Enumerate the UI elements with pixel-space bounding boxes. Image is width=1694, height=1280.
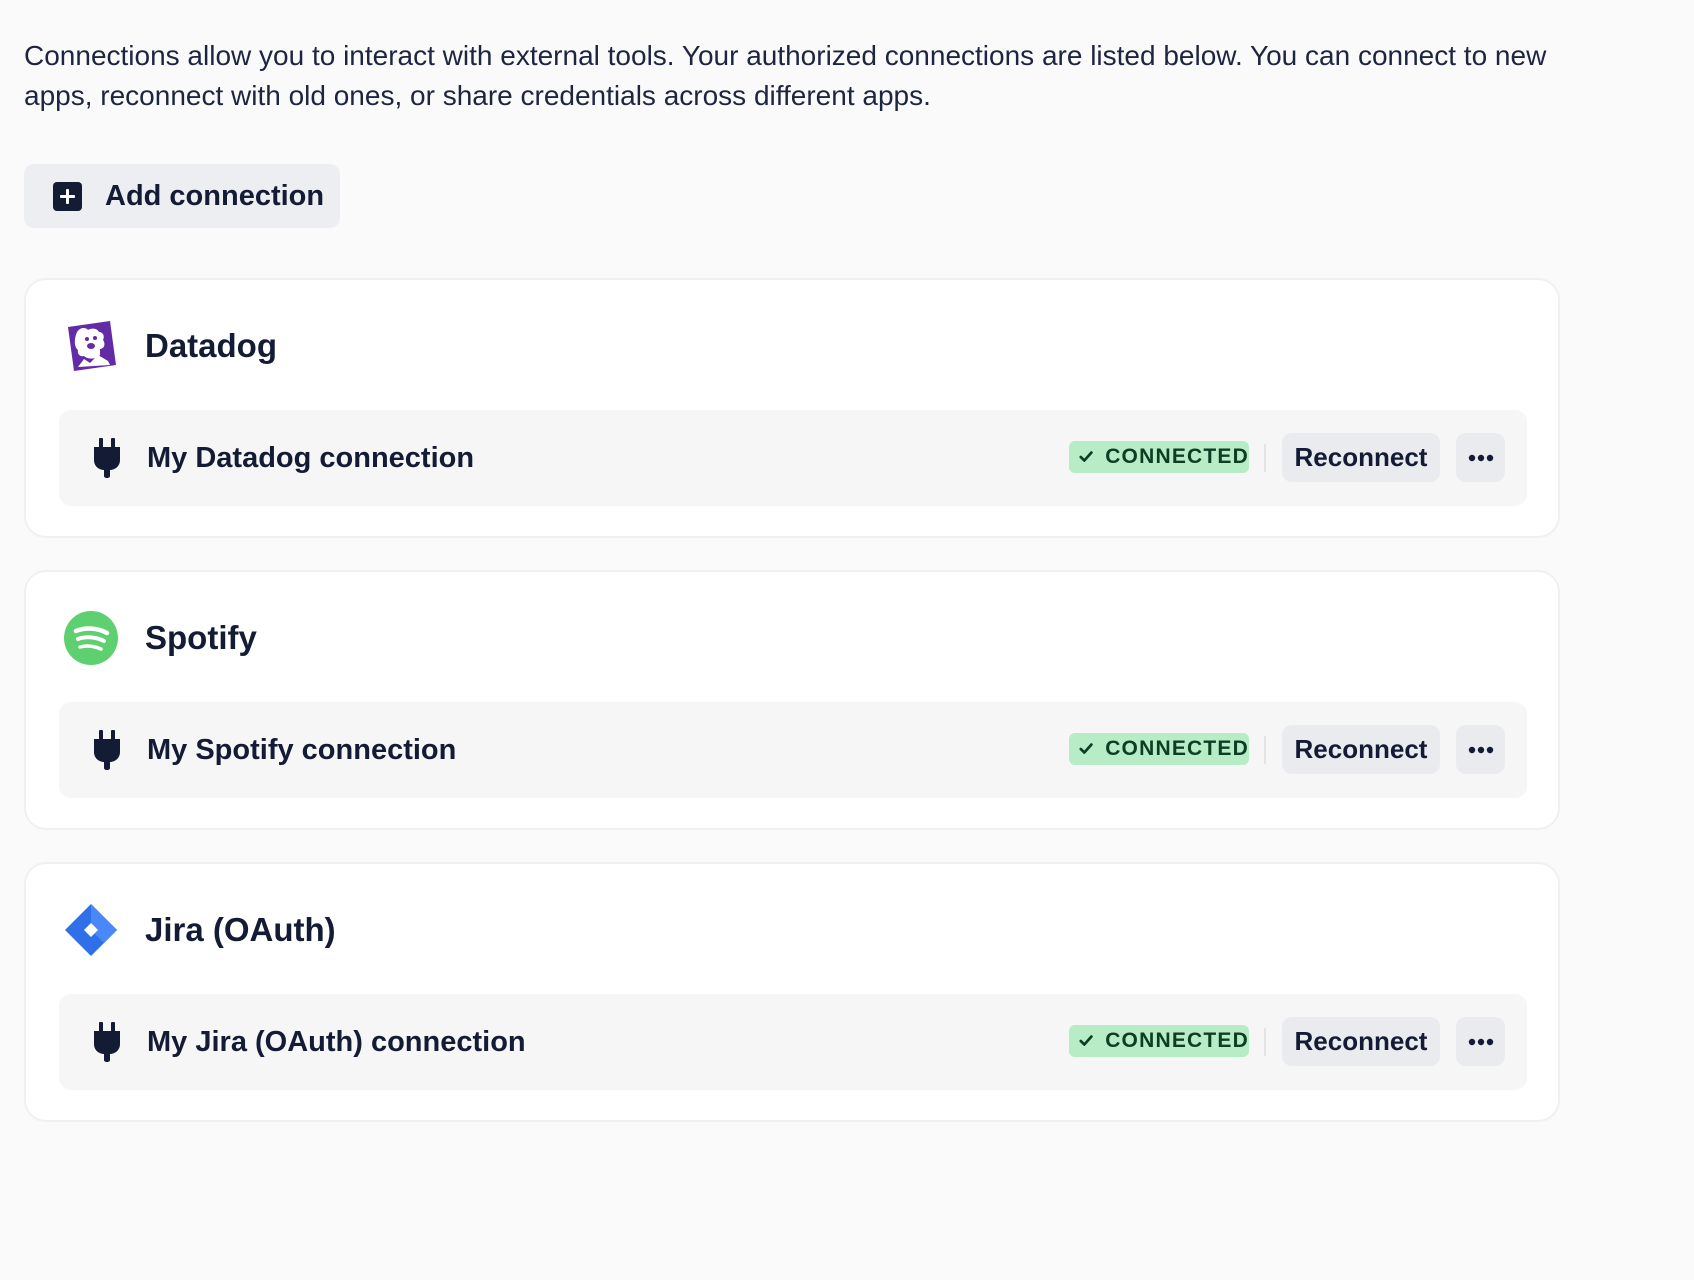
more-horizontal-icon <box>1468 454 1493 461</box>
app-card-jira: Jira (OAuth) My Jira (OAuth) connection … <box>24 862 1560 1122</box>
reconnect-button[interactable]: Reconnect <box>1282 433 1440 482</box>
app-card-header: Jira (OAuth) <box>63 902 336 958</box>
status-badge: CONNECTED <box>1069 441 1249 473</box>
more-options-button[interactable] <box>1456 1017 1505 1066</box>
check-icon <box>1079 1035 1093 1046</box>
status-badge: CONNECTED <box>1069 733 1249 765</box>
reconnect-button[interactable]: Reconnect <box>1282 725 1440 774</box>
datadog-logo-icon <box>63 318 119 374</box>
divider <box>1264 444 1266 472</box>
connections-page: Connections allow you to interact with e… <box>0 0 1694 1280</box>
app-card-datadog: Datadog My Datadog connection CONNECTED … <box>24 278 1560 538</box>
connection-name: My Datadog connection <box>147 442 475 474</box>
app-name: Datadog <box>145 327 277 364</box>
divider <box>1264 736 1266 764</box>
add-connection-button[interactable]: Add connection <box>24 164 340 228</box>
app-card-header: Spotify <box>63 610 257 666</box>
plug-icon <box>94 438 120 478</box>
connection-name: My Spotify connection <box>147 734 457 766</box>
more-options-button[interactable] <box>1456 433 1505 482</box>
more-horizontal-icon <box>1468 1038 1493 1045</box>
app-name: Jira (OAuth) <box>145 911 336 948</box>
spotify-logo-icon <box>63 610 119 666</box>
status-text: CONNECTED <box>1105 445 1249 468</box>
check-icon <box>1079 451 1093 462</box>
more-horizontal-icon <box>1468 746 1493 753</box>
intro-text: Connections allow you to interact with e… <box>24 40 1547 111</box>
connection-row: My Spotify connection CONNECTED Reconnec… <box>59 702 1527 798</box>
plug-icon <box>94 730 120 770</box>
more-options-button[interactable] <box>1456 725 1505 774</box>
app-card-header: Datadog <box>63 318 277 374</box>
status-text: CONNECTED <box>1105 737 1249 760</box>
connection-row: My Datadog connection CONNECTED Reconnec… <box>59 410 1527 506</box>
jira-logo-icon <box>63 902 119 958</box>
status-badge: CONNECTED <box>1069 1025 1249 1057</box>
app-card-spotify: Spotify My Spotify connection CONNECTED … <box>24 570 1560 830</box>
add-connection-label: Add connection <box>105 179 325 212</box>
connection-name: My Jira (OAuth) connection <box>147 1026 526 1058</box>
connection-row: My Jira (OAuth) connection CONNECTED Rec… <box>59 994 1527 1090</box>
app-name: Spotify <box>145 619 257 656</box>
reconnect-button[interactable]: Reconnect <box>1282 1017 1440 1066</box>
plus-square-icon <box>53 181 82 211</box>
status-text: CONNECTED <box>1105 1029 1249 1052</box>
check-icon <box>1079 743 1093 754</box>
divider <box>1264 1028 1266 1056</box>
plug-icon <box>94 1022 120 1062</box>
